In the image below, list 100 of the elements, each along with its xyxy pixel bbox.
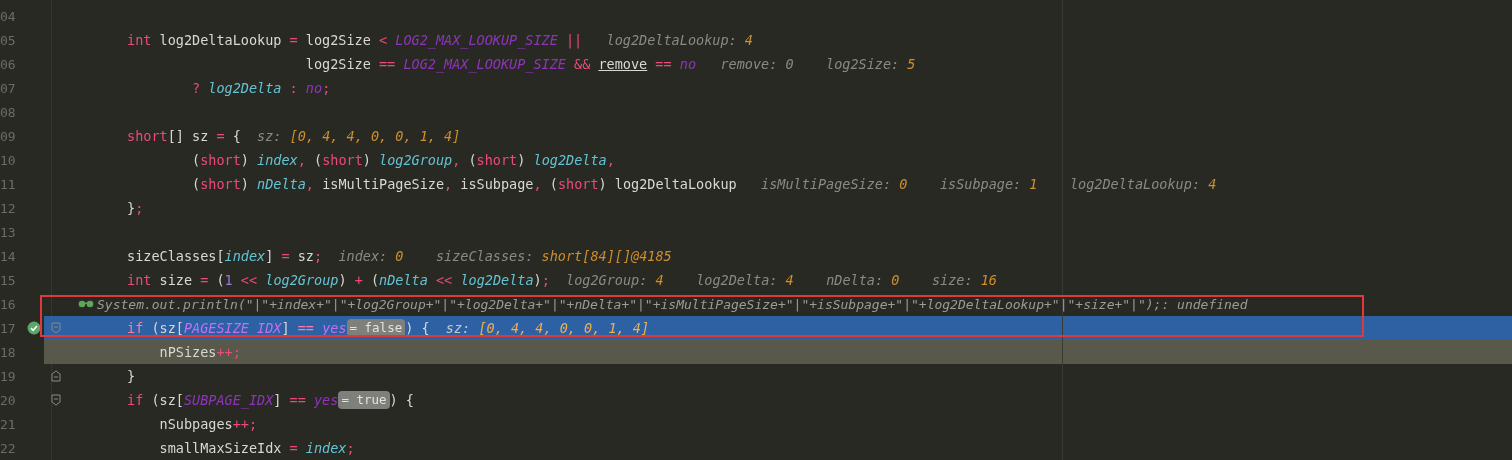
code-text: (: [370, 272, 380, 288]
debug-hint: nDelta:: [825, 272, 885, 288]
operator: ,: [452, 152, 462, 168]
line-number: 08: [0, 103, 17, 122]
operator: <<: [435, 272, 454, 288]
debug-hint: remove: 0: [719, 56, 794, 72]
debug-hint: log2DeltaLookup:: [1068, 176, 1201, 192]
debug-hint: log2Delta:: [695, 272, 779, 288]
line-number: 14: [0, 247, 17, 266]
field-name: index: [257, 152, 298, 168]
debug-value: [0, 4, 4, 0, 0, 1, 4]: [478, 320, 650, 336]
code-text: }: [126, 200, 136, 216]
operator: ,: [533, 176, 543, 192]
field-name: index: [224, 248, 266, 264]
operator: :: [288, 80, 299, 96]
fold-icon[interactable]: [51, 394, 61, 406]
operator: =: [288, 32, 299, 48]
code-text: ) {: [389, 392, 414, 408]
debug-value: 0: [891, 272, 900, 288]
breakpoint-check-icon[interactable]: [27, 321, 41, 335]
debug-value: 4: [1208, 176, 1217, 192]
debug-value: 4: [785, 272, 794, 288]
keyword: if: [126, 320, 144, 336]
line-number: 22: [0, 439, 17, 458]
debug-hint: size:: [930, 272, 974, 288]
debug-hint: sz:: [444, 320, 472, 336]
code-text: log2Size: [305, 32, 371, 48]
value-badge: = true: [338, 391, 390, 409]
line-number: 12: [0, 199, 17, 218]
code-text: log2DeltaLookup: [158, 32, 282, 48]
line-number: 04: [0, 7, 17, 26]
operator: <: [378, 32, 389, 48]
debug-hint: sizeClasses:: [434, 248, 535, 264]
debug-value: short[84][]@4185: [541, 248, 672, 264]
operator: =: [215, 128, 226, 144]
operator: ,: [444, 176, 454, 192]
code-text: sz: [297, 248, 314, 264]
operator: <<: [239, 272, 259, 288]
code-text: isMultiPageSize: [322, 176, 445, 192]
code-text: ): [338, 272, 348, 288]
code-text: ): [362, 152, 372, 168]
evaluated-expression: System.out.println("|"+index+"|"+log2Group+"|"+log2Delta+"|"+nDelta+"|"+isMultiPageSize+"|"+isSubpage+"|"+log2DeltaLookup+"|"+size+"|");: undefined: [97, 296, 1248, 312]
code-text: size: [158, 272, 194, 288]
code-text: [] sz: [167, 128, 209, 144]
operator: ++;: [216, 344, 241, 360]
operator: =: [289, 440, 299, 456]
code-text: (: [549, 176, 558, 192]
line-number: 13: [0, 223, 17, 242]
operator: +: [354, 272, 364, 288]
operator: ;: [541, 272, 550, 288]
operator: ,: [606, 152, 615, 168]
keyword: short: [557, 176, 599, 192]
code-text: isSubpage: [460, 176, 534, 192]
constant: LOG2_MAX_LOOKUP_SIZE: [403, 56, 566, 72]
keyword: int: [126, 272, 152, 288]
code-text: (: [314, 152, 323, 168]
keyword: short: [476, 152, 518, 168]
operator: ==: [289, 392, 307, 408]
code-text: ): [240, 176, 250, 192]
code-text: ): [240, 152, 250, 168]
debug-value: 0: [899, 176, 908, 192]
keyword: int: [126, 32, 152, 48]
keyword: short: [126, 128, 168, 144]
code-text: log2Size: [304, 56, 371, 72]
line-number: 19: [0, 367, 17, 386]
code-text: ) log2DeltaLookup: [598, 176, 737, 192]
field-name: index: [305, 440, 347, 456]
code-text: nSubpages: [158, 416, 233, 432]
debug-hint: index:: [337, 248, 389, 264]
code-text: sizeClasses[: [126, 248, 225, 264]
operator: ==: [378, 56, 397, 72]
debug-value: 4: [655, 272, 664, 288]
fold-icon[interactable]: [51, 370, 61, 382]
debug-hint: log2Group:: [565, 272, 649, 288]
constant: no: [305, 80, 323, 96]
operator: ++;: [232, 416, 258, 432]
keyword: short: [200, 152, 241, 168]
field-name: log2Delta: [208, 80, 282, 96]
code-text: nPSizes: [158, 344, 217, 360]
keyword: short: [200, 176, 241, 192]
code-text: ): [517, 152, 527, 168]
code-text: ]: [273, 392, 283, 408]
operator: ||: [564, 32, 583, 48]
code-text: ]: [265, 248, 275, 264]
code-text: ): [533, 272, 542, 288]
debug-hint: sz:: [256, 128, 283, 144]
debug-value: 16: [980, 272, 997, 288]
code-text: (sz[: [150, 320, 184, 336]
line-number: 07: [0, 79, 17, 98]
code-text: (: [216, 272, 225, 288]
field-name: log2Group: [265, 272, 339, 288]
debug-value: 0: [395, 248, 404, 264]
code-text: remove: [598, 56, 648, 72]
operator: ;: [346, 440, 355, 456]
glasses-icon: [78, 300, 94, 308]
field-name: log2Delta: [533, 152, 607, 168]
code-text: (: [191, 176, 201, 192]
line-number: 17: [0, 319, 17, 338]
field-name: log2Group: [379, 152, 453, 168]
operator: ,: [305, 176, 315, 192]
